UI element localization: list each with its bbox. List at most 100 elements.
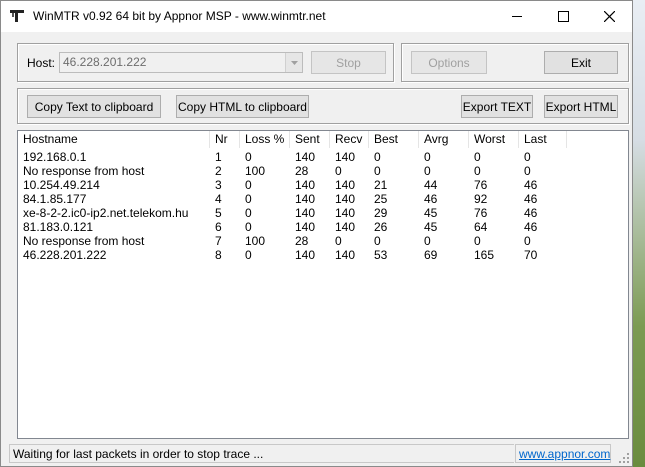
table-row[interactable]: No response from host 7 100 28 0 0 0 0 0 <box>18 234 628 248</box>
cell-nr: 3 <box>215 178 222 192</box>
cell-sent: 140 <box>295 150 316 164</box>
table-body: 192.168.0.1 1 0 140 140 0 0 0 0 No respo… <box>18 150 628 262</box>
cell-worst: 0 <box>474 150 481 164</box>
status-bar: Waiting for last packets in order to sto… <box>3 440 632 466</box>
cell-loss: 0 <box>245 220 252 234</box>
cell-sent: 140 <box>295 220 316 234</box>
exit-button[interactable]: Exit <box>544 51 618 74</box>
cell-last: 0 <box>524 150 531 164</box>
cell-nr: 8 <box>215 248 222 262</box>
cell-recv: 140 <box>335 178 356 192</box>
cell-worst: 76 <box>474 178 488 192</box>
cell-sent: 140 <box>295 192 316 206</box>
table-row[interactable]: 81.183.0.121 6 0 140 140 26 45 64 46 <box>18 220 628 234</box>
cell-best: 0 <box>374 150 381 164</box>
maximize-icon <box>557 11 569 22</box>
window-title: WinMTR v0.92 64 bit by Appnor MSP - www.… <box>33 9 326 23</box>
maximize-button[interactable] <box>540 1 586 32</box>
cell-last: 46 <box>524 220 538 234</box>
cell-last: 46 <box>524 178 538 192</box>
cell-nr: 4 <box>215 192 222 206</box>
cell-loss: 0 <box>245 178 252 192</box>
column-header-sent[interactable]: Sent <box>290 131 330 148</box>
export-text-button[interactable]: Export TEXT <box>461 95 533 118</box>
table-row[interactable]: 84.1.85.177 4 0 140 140 25 46 92 46 <box>18 192 628 206</box>
cell-last: 0 <box>524 164 531 178</box>
copy-html-button[interactable]: Copy HTML to clipboard <box>176 95 309 118</box>
cell-avrg: 0 <box>424 234 431 248</box>
table-row[interactable]: No response from host 2 100 28 0 0 0 0 0 <box>18 164 628 178</box>
column-header-nr[interactable]: Nr <box>210 131 240 148</box>
cell-hostname: 10.254.49.214 <box>23 178 100 192</box>
table-row[interactable]: 192.168.0.1 1 0 140 140 0 0 0 0 <box>18 150 628 164</box>
cell-recv: 140 <box>335 248 356 262</box>
options-button[interactable]: Options <box>411 51 487 74</box>
column-header-avrg[interactable]: Avrg <box>419 131 469 148</box>
cell-recv: 140 <box>335 150 356 164</box>
column-header-last[interactable]: Last <box>519 131 567 148</box>
host-combobox[interactable]: 46.228.201.222 <box>59 52 303 73</box>
cell-last: 46 <box>524 192 538 206</box>
column-header-worst[interactable]: Worst <box>469 131 519 148</box>
appnor-link[interactable]: www.appnor.com <box>515 444 611 463</box>
table-row[interactable]: 46.228.201.222 8 0 140 140 53 69 165 70 <box>18 248 628 262</box>
cell-nr: 5 <box>215 206 222 220</box>
cell-hostname: 81.183.0.121 <box>23 220 94 234</box>
cell-loss: 0 <box>245 248 252 262</box>
cell-avrg: 44 <box>424 178 438 192</box>
cell-recv: 140 <box>335 220 356 234</box>
title-bar[interactable]: WinMTR v0.92 64 bit by Appnor MSP - www.… <box>1 1 632 32</box>
chevron-down-icon[interactable] <box>285 53 302 72</box>
column-header-recv[interactable]: Recv <box>330 131 369 148</box>
column-header-loss[interactable]: Loss % <box>240 131 290 148</box>
cell-nr: 2 <box>215 164 222 178</box>
cell-sent: 140 <box>295 206 316 220</box>
cell-avrg: 0 <box>424 164 431 178</box>
winmtr-window: WinMTR v0.92 64 bit by Appnor MSP - www.… <box>0 0 633 467</box>
cell-sent: 28 <box>295 234 309 248</box>
export-html-button[interactable]: Export HTML <box>544 95 618 118</box>
resize-grip-icon[interactable] <box>618 452 630 464</box>
cell-last: 0 <box>524 234 531 248</box>
cell-loss: 100 <box>245 234 266 248</box>
minimize-button[interactable] <box>494 1 540 32</box>
cell-worst: 64 <box>474 220 488 234</box>
cell-avrg: 45 <box>424 220 438 234</box>
cell-hostname: No response from host <box>23 164 145 178</box>
table-row[interactable]: 10.254.49.214 3 0 140 140 21 44 76 46 <box>18 178 628 192</box>
table-header: Hostname Nr Loss % Sent Recv Best Avrg W… <box>18 131 628 148</box>
cell-sent: 28 <box>295 164 309 178</box>
status-message: Waiting for last packets in order to sto… <box>9 444 514 463</box>
column-header-hostname[interactable]: Hostname <box>18 131 210 148</box>
cell-hostname: No response from host <box>23 234 145 248</box>
cell-nr: 7 <box>215 234 222 248</box>
cell-hostname: 192.168.0.1 <box>23 150 87 164</box>
app-icon <box>10 10 24 22</box>
host-value: 46.228.201.222 <box>63 55 147 69</box>
cell-loss: 0 <box>245 150 252 164</box>
cell-best: 26 <box>374 220 388 234</box>
cell-nr: 6 <box>215 220 222 234</box>
cell-sent: 140 <box>295 178 316 192</box>
cell-recv: 140 <box>335 192 356 206</box>
cell-worst: 165 <box>474 248 495 262</box>
cell-best: 0 <box>374 164 381 178</box>
cell-avrg: 45 <box>424 206 438 220</box>
cell-best: 0 <box>374 234 381 248</box>
results-table[interactable]: Hostname Nr Loss % Sent Recv Best Avrg W… <box>17 130 629 439</box>
cell-best: 25 <box>374 192 388 206</box>
cell-avrg: 69 <box>424 248 438 262</box>
cell-recv: 0 <box>335 164 342 178</box>
copy-text-button[interactable]: Copy Text to clipboard <box>27 95 161 118</box>
cell-worst: 0 <box>474 164 481 178</box>
cell-worst: 92 <box>474 192 488 206</box>
cell-worst: 0 <box>474 234 481 248</box>
stop-button[interactable]: Stop <box>311 51 386 74</box>
column-header-best[interactable]: Best <box>369 131 419 148</box>
cell-best: 21 <box>374 178 388 192</box>
cell-best: 53 <box>374 248 388 262</box>
close-button[interactable] <box>586 1 632 32</box>
cell-recv: 0 <box>335 234 342 248</box>
cell-loss: 100 <box>245 164 266 178</box>
table-row[interactable]: xe-8-2-2.ic0-ip2.net.telekom.hu 5 0 140 … <box>18 206 628 220</box>
